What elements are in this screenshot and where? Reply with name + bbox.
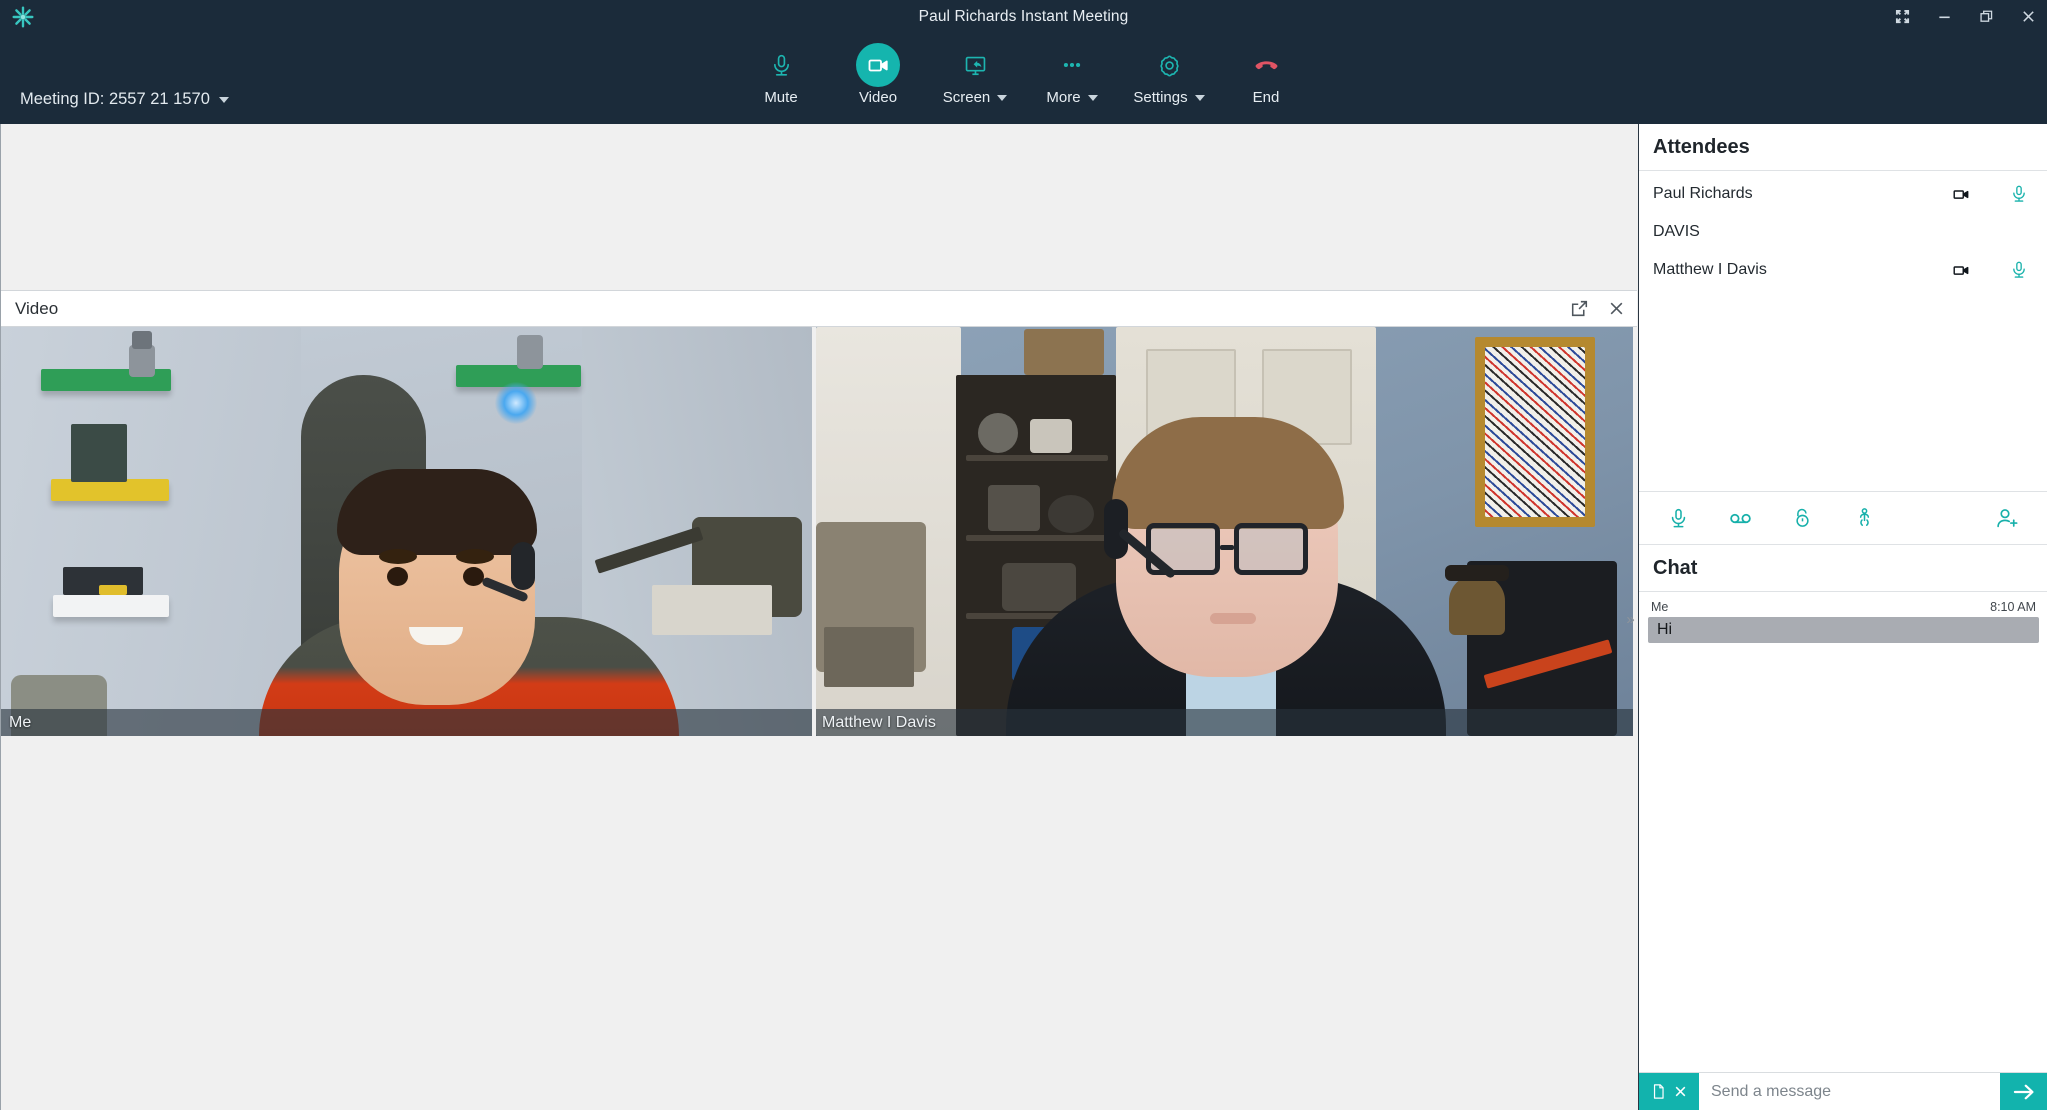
- chevron-down-icon: [218, 96, 229, 103]
- attendees-list: Paul Richards DAVIS Matthew I Davis: [1639, 171, 2047, 289]
- screen-share-button[interactable]: Screen: [927, 43, 1024, 106]
- video-tiles: Me Matthew I Davis: [1, 327, 1637, 736]
- chat-message-text: Hi: [1648, 617, 2039, 643]
- meeting-toolbar: Meeting ID: 2557 21 1570 Mute Video Scre…: [0, 33, 2047, 124]
- attendee-row[interactable]: DAVIS: [1639, 213, 2047, 251]
- file-icon[interactable]: [1650, 1083, 1667, 1100]
- chat-composer: [1639, 1072, 2047, 1110]
- window-title: Paul Richards Instant Meeting: [918, 7, 1129, 25]
- chat-message-input[interactable]: [1699, 1073, 2000, 1110]
- end-call-icon: [1244, 43, 1288, 87]
- chevron-down-icon: [1194, 94, 1205, 101]
- screen-share-icon: [953, 43, 997, 87]
- meeting-window: Paul Richards Instant Meeting Meeting ID…: [0, 0, 2047, 1110]
- microphone-icon: [759, 43, 803, 87]
- video-camera-icon[interactable]: [1931, 261, 1991, 280]
- voicemail-icon[interactable]: [1717, 498, 1763, 538]
- video-tile-remote[interactable]: Matthew I Davis: [816, 327, 1633, 736]
- toolbar-buttons: Mute Video Screen More Settings End: [733, 43, 1315, 106]
- title-bar: Paul Richards Instant Meeting: [0, 0, 2047, 33]
- settings-button-label: Settings: [1133, 89, 1205, 106]
- video-button[interactable]: Video: [830, 43, 927, 106]
- chevron-down-icon: [1087, 94, 1098, 101]
- video-camera-icon: [856, 43, 900, 87]
- attendee-actions-toolbar: [1639, 491, 2047, 545]
- attendee-row[interactable]: Paul Richards: [1639, 175, 2047, 213]
- mute-button-label: Mute: [764, 89, 798, 106]
- end-call-button-label: End: [1252, 89, 1280, 106]
- close-icon[interactable]: [1673, 1084, 1688, 1099]
- video-tile-label: Me: [1, 709, 812, 736]
- chat-message: Me 8:10 AM Hi: [1648, 600, 2039, 643]
- pop-out-icon[interactable]: [1571, 300, 1588, 317]
- attendee-name: Matthew I Davis: [1653, 261, 1767, 278]
- settings-button[interactable]: Settings: [1121, 43, 1218, 106]
- microphone-icon[interactable]: [1991, 260, 2047, 280]
- meeting-id-label: Meeting ID: 2557 21 1570: [20, 90, 210, 108]
- microphone-icon[interactable]: [1655, 498, 1701, 538]
- chevron-down-icon: [997, 94, 1008, 101]
- chat-message-list: Me 8:10 AM Hi: [1639, 592, 2047, 1046]
- screen-share-button-label: Screen: [943, 89, 1008, 106]
- end-call-button[interactable]: End: [1218, 43, 1315, 106]
- video-feed-self: [1, 327, 812, 736]
- close-icon[interactable]: [2017, 6, 2039, 28]
- restore-icon[interactable]: [1975, 6, 1997, 28]
- microphone-icon[interactable]: [1991, 184, 2047, 204]
- meeting-id-dropdown[interactable]: Meeting ID: 2557 21 1570: [20, 90, 229, 109]
- attendees-heading: Attendees: [1653, 135, 1750, 158]
- video-panel-title: Video: [15, 298, 59, 318]
- chat-heading: Chat: [1653, 556, 1698, 579]
- video-panel-actions: [1571, 300, 1625, 317]
- window-controls: [1891, 0, 2039, 33]
- attendee-name: Paul Richards: [1653, 185, 1753, 202]
- ellipsis-icon: [1050, 43, 1094, 87]
- video-button-label: Video: [858, 89, 898, 106]
- video-feed-remote: [816, 327, 1633, 736]
- send-message-button[interactable]: [2000, 1073, 2047, 1110]
- close-icon[interactable]: [1608, 300, 1625, 317]
- mute-button[interactable]: Mute: [733, 43, 830, 106]
- more-button[interactable]: More: [1024, 43, 1121, 106]
- right-sidebar: » Attendees Paul Richards DAVIS Matthew …: [1626, 124, 2047, 1110]
- meeting-stage: Video Me Matthew I Davis: [0, 124, 1638, 1110]
- raise-hand-icon[interactable]: [1841, 498, 1887, 538]
- more-button-label: More: [1046, 89, 1098, 106]
- video-tile-label: Matthew I Davis: [816, 709, 1633, 736]
- gear-icon: [1147, 43, 1191, 87]
- video-tile-self[interactable]: Me: [1, 327, 816, 736]
- attendee-name: DAVIS: [1653, 223, 1700, 240]
- video-panel-header: Video: [1, 290, 1637, 327]
- attendee-row[interactable]: Matthew I Davis: [1639, 251, 2047, 289]
- video-panel: Video Me Matthew I Davis: [1, 290, 1637, 736]
- chat-message-time: 8:10 AM: [1990, 600, 2036, 614]
- chat-message-author: Me: [1651, 600, 1669, 614]
- double-chevron-right-icon[interactable]: »: [1622, 602, 1639, 636]
- minimize-icon[interactable]: [1933, 6, 1955, 28]
- add-person-icon[interactable]: [1984, 498, 2030, 538]
- video-camera-icon[interactable]: [1931, 185, 1991, 204]
- attendees-header: Attendees: [1639, 124, 2047, 171]
- fullscreen-icon[interactable]: [1891, 6, 1913, 28]
- chat-header: Chat: [1639, 545, 2047, 592]
- composer-attachments: [1639, 1073, 1699, 1110]
- unlocked-padlock-icon[interactable]: [1779, 498, 1825, 538]
- chat-message-meta: Me 8:10 AM: [1648, 600, 2039, 617]
